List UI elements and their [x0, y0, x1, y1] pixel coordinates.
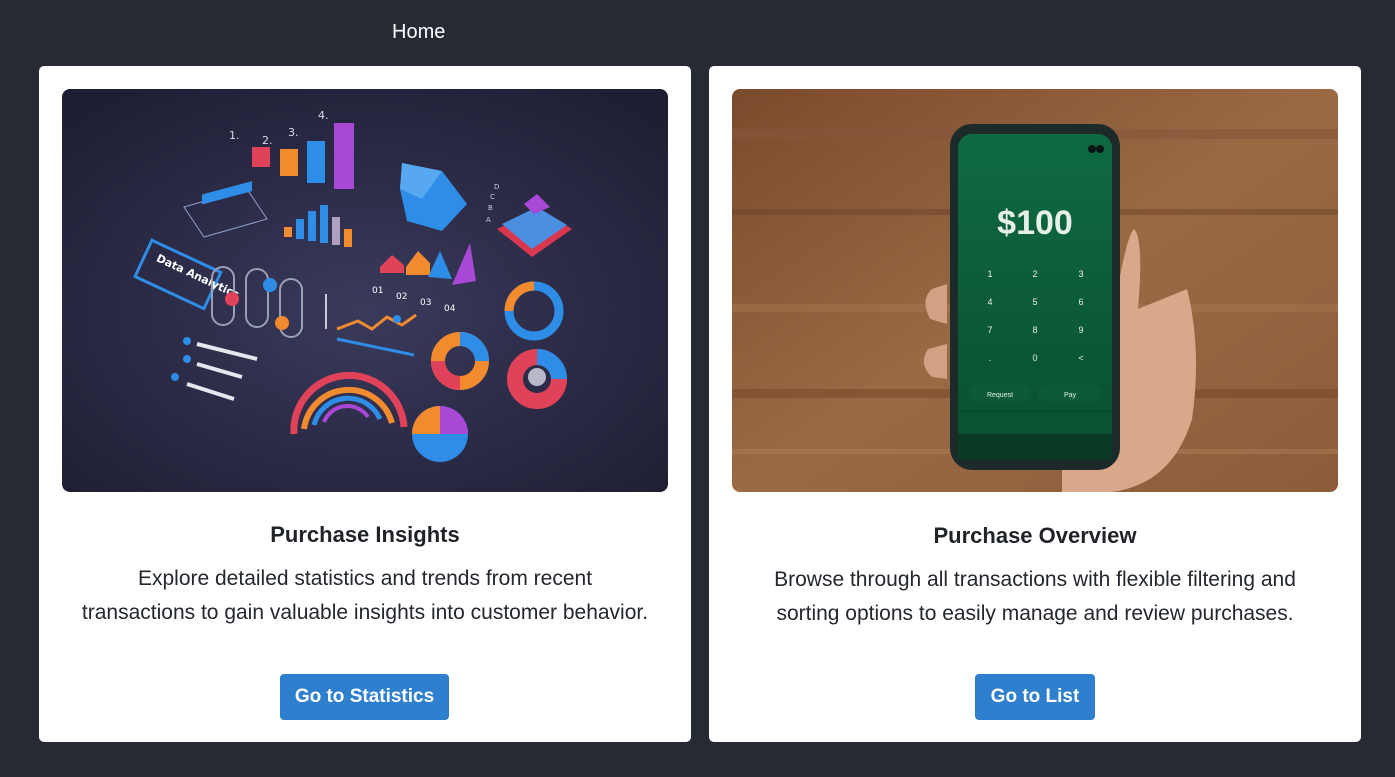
- analytics-illustration: 1. 2. 3. 4. D C B A Data Analytics 01 02…: [62, 89, 668, 492]
- period-label: 03: [420, 298, 431, 308]
- keypad-key: 4: [987, 297, 992, 307]
- description-line: Browse through all transactions with fle…: [774, 568, 1296, 591]
- keypad-key: .: [989, 353, 992, 363]
- phone-pay-label: Pay: [1064, 392, 1077, 399]
- go-to-statistics-button[interactable]: Go to Statistics: [280, 674, 449, 720]
- keypad-key: 5: [1032, 297, 1037, 307]
- rank-label: 3.: [288, 126, 299, 139]
- period-label: 02: [396, 292, 407, 302]
- phone-request-label: Request: [987, 392, 1013, 399]
- phone-payment-photo: $100 1 2 3 4 5 6 7 8 9 . 0 < Request Pay: [732, 89, 1338, 492]
- pyramid-label: B: [488, 204, 493, 212]
- card-description: Explore detailed statistics and trends f…: [59, 562, 671, 630]
- phone-amount: $100: [997, 204, 1073, 242]
- keypad-key: 9: [1078, 325, 1083, 335]
- purchase-overview-card: $100 1 2 3 4 5 6 7 8 9 . 0 < Request Pay: [709, 66, 1361, 742]
- keypad-key: 6: [1078, 297, 1083, 307]
- purchase-insights-card: 1. 2. 3. 4. D C B A Data Analytics 01 02…: [39, 66, 691, 742]
- keypad-key: 0: [1032, 353, 1037, 363]
- card-title: Purchase Insights: [270, 522, 460, 547]
- keypad-key: 1: [987, 269, 992, 279]
- period-label: 04: [444, 304, 456, 314]
- rank-label: 1.: [229, 129, 240, 142]
- card-description: Browse through all transactions with fle…: [729, 563, 1341, 631]
- top-nav: Home: [0, 0, 1395, 66]
- keypad-key: 7: [987, 325, 992, 335]
- pyramid-label: A: [486, 216, 491, 224]
- description-line: transactions to gain valuable insights i…: [81, 601, 649, 624]
- period-label: 01: [372, 286, 383, 296]
- pyramid-label: C: [490, 193, 495, 201]
- card-title: Purchase Overview: [933, 523, 1137, 548]
- keypad-key: 2: [1032, 269, 1037, 279]
- keypad-key: <: [1078, 353, 1083, 363]
- keypad-key: 3: [1078, 269, 1083, 279]
- pyramid-label: D: [494, 183, 499, 191]
- description-line: sorting options to easily manage and rev…: [776, 602, 1294, 625]
- rank-label: 2.: [262, 134, 273, 147]
- go-to-list-button[interactable]: Go to List: [975, 674, 1095, 720]
- rank-label: 4.: [318, 109, 329, 122]
- description-line: Explore detailed statistics and trends f…: [137, 567, 593, 590]
- keypad-key: 8: [1032, 325, 1037, 335]
- nav-home-link[interactable]: Home: [392, 21, 445, 44]
